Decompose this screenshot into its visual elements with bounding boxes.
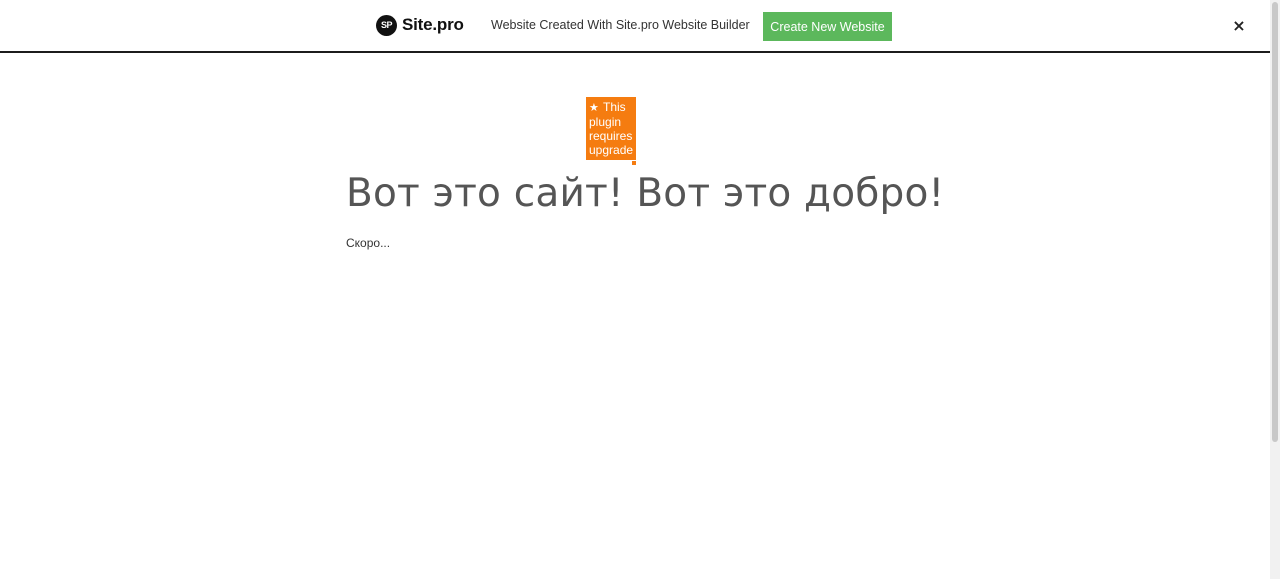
promo-text: Website Created With Site.pro Website Bu… [491, 18, 750, 32]
site-pro-logo-link[interactable]: SP Site.pro [376, 14, 464, 36]
plugin-resize-handle[interactable] [632, 161, 636, 165]
page-title: Вот это сайт! Вот это добро! [346, 171, 945, 216]
brand-name: Site.pro [402, 15, 464, 34]
page-text: Скоро... [346, 236, 391, 250]
star-icon: ★ [589, 101, 599, 114]
site-pro-logo-icon: SP [376, 14, 397, 36]
page: SP Site.pro Website Created With Site.pr… [0, 0, 1280, 579]
create-new-website-button[interactable]: Create New Website [763, 12, 892, 41]
scrollbar-thumb[interactable] [1272, 2, 1278, 442]
vertical-scrollbar[interactable] [1270, 0, 1280, 579]
close-icon[interactable]: × [1230, 16, 1248, 35]
plugin-upgrade-badge[interactable]: ★ This plugin requires upgrade [586, 97, 636, 160]
promo-bar: SP Site.pro Website Created With Site.pr… [0, 0, 1270, 53]
